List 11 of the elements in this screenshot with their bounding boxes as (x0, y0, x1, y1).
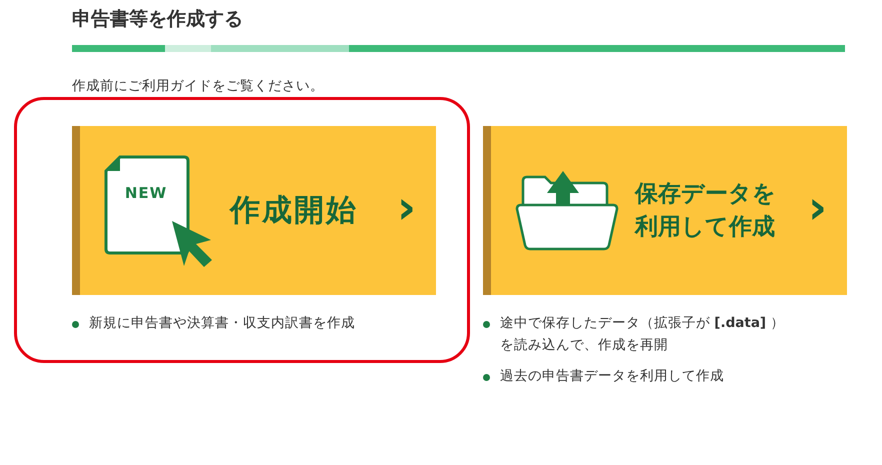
section-heading: 申告書等を作成する (72, 8, 244, 31)
folder-upload-icon (515, 170, 619, 251)
bullet-dot (483, 374, 490, 382)
intro-text: 作成前にご利用ガイドをご覧ください。 (72, 76, 325, 96)
bullet-dot (72, 321, 79, 328)
use-saved-data-button[interactable]: 保存データを 利用して作成 › (483, 126, 847, 296)
bullet-dot (483, 321, 490, 328)
note-text: 新規に申告書や決算書・収支内訳書を作成 (89, 314, 355, 334)
note-text: 過去の申告書データを利用して作成 (500, 367, 724, 386)
note-text: 途中で保存したデータ（拡張子が [.data] ）を読み込んで、作成を再開 (500, 314, 786, 355)
start-new-button[interactable]: NEW 作成開始 › (72, 126, 436, 296)
